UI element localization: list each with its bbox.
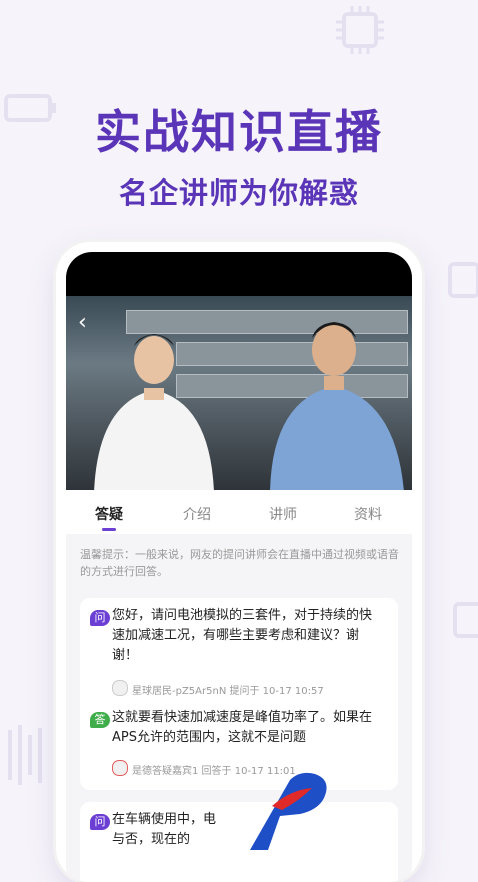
answer-badge: 答 (90, 712, 110, 728)
phone-screen: ‹ 答疑 介绍 讲师 资料 温馨提示：一般来说，网友的提问讲师会在直播中通过视频… (66, 252, 412, 882)
live-video-player[interactable]: ‹ (66, 296, 412, 490)
tab-materials[interactable]: 资料 (354, 504, 382, 524)
question-meta: 星球居民-pZ5Ar5nN 提问于 10-17 10:57 (132, 686, 324, 697)
qa-card[interactable]: 问 您好，请问电池模拟的三套件，对于持续的快速加减速工况，有哪些主要考虑和建议？… (80, 598, 398, 790)
question-text: 在车辆使用中，电与否，现在的 (112, 812, 217, 847)
tab-intro[interactable]: 介绍 (183, 504, 211, 524)
question-text: 您好，请问电池模拟的三套件，对于持续的快速加减速工况，有哪些主要考虑和建议？谢谢… (112, 608, 373, 663)
presenter-right (270, 322, 404, 490)
active-tab-indicator (102, 528, 116, 531)
chip-icon-lower-right (453, 602, 478, 638)
hero-subtitle: 名企讲师为你解惑 (118, 176, 359, 210)
phone-frame: ‹ 答疑 介绍 讲师 资料 温馨提示：一般来说，网友的提问讲师会在直播中通过视频… (56, 242, 422, 882)
brand-logo (250, 772, 327, 850)
answerer-avatar (112, 760, 128, 776)
chip-icon-right (448, 262, 478, 298)
question-badge: 问 (90, 610, 110, 626)
component-icon (8, 725, 42, 785)
detail-tabs: 答疑 介绍 讲师 资料 (66, 490, 412, 535)
qa-card[interactable]: 问 在车辆使用中，电与否，现在的 (80, 802, 398, 882)
qa-list: 温馨提示：一般来说，网友的提问讲师会在直播中通过视频或语音的方式进行回答。 问 … (66, 534, 412, 882)
tab-lecturer[interactable]: 讲师 (269, 504, 297, 524)
asker-avatar (112, 680, 128, 696)
status-bar-area (66, 252, 412, 296)
question-badge: 问 (90, 814, 110, 830)
tab-qa[interactable]: 答疑 (95, 504, 123, 524)
presenter-left (94, 334, 214, 490)
hero-title: 实战知识直播 (95, 105, 383, 159)
answer-text: 这就要看快速加减速度是峰值功率了。如果在APS允许的范围内，这就不是问题 (112, 710, 373, 745)
tip-text: 温馨提示：一般来说，网友的提问讲师会在直播中通过视频或语音的方式进行回答。 (80, 548, 399, 578)
chip-icon (336, 6, 384, 54)
back-arrow-icon[interactable]: ‹ (78, 310, 87, 335)
